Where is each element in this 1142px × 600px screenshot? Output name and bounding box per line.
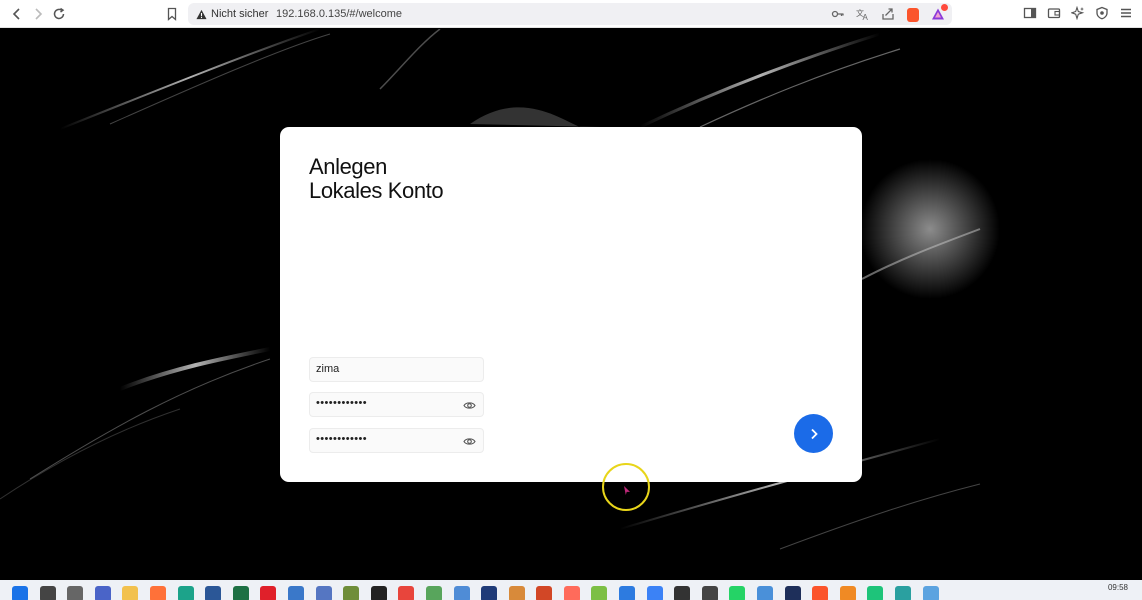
show-password-eye-icon[interactable] — [463, 399, 476, 412]
share-button[interactable] — [880, 6, 896, 22]
brave-lion-icon — [907, 7, 919, 22]
active-app-icon[interactable] — [315, 586, 332, 600]
task-view-icon[interactable] — [67, 586, 84, 600]
search-icon[interactable] — [39, 586, 56, 600]
wallet-icon — [1047, 8, 1061, 19]
notification-badge — [941, 4, 948, 11]
app-icon-3[interactable] — [591, 586, 608, 600]
reload-button[interactable] — [50, 5, 68, 23]
chrome-icon[interactable] — [398, 586, 415, 600]
chatgpt-icon[interactable] — [674, 586, 691, 600]
back-arrow-icon — [12, 8, 20, 20]
opera-icon[interactable] — [260, 586, 277, 600]
translate-button[interactable]: 文A — [855, 6, 871, 22]
photos-icon[interactable] — [508, 586, 525, 600]
cursor-highlight-ring — [602, 463, 650, 511]
shield-icon — [1096, 6, 1108, 20]
app-icon-10[interactable] — [867, 586, 884, 600]
whatsapp-icon[interactable] — [729, 586, 746, 600]
leo-ai-button[interactable] — [1070, 5, 1086, 21]
page-viewport: Anlegen Lokales Konto zima •••••••••••• … — [0, 29, 1142, 580]
back-button[interactable] — [8, 5, 26, 23]
app-icon-12[interactable] — [922, 586, 939, 600]
vpn-button[interactable] — [1094, 5, 1110, 21]
browser-toolbar: Nicht sicher 192.168.0.135/#/welcome 文A — [0, 0, 1142, 28]
taskbar-icons — [12, 586, 939, 600]
username-value: zima — [316, 363, 340, 375]
app-icon-4[interactable] — [619, 586, 636, 600]
teams-icon[interactable] — [94, 586, 111, 600]
app-icon-8[interactable] — [784, 586, 801, 600]
brave-shields-button[interactable] — [905, 6, 921, 22]
address-bar[interactable]: Nicht sicher 192.168.0.135/#/welcome 文A — [188, 3, 952, 25]
title-line-1: Anlegen — [309, 154, 387, 179]
clock-time: 09:58 — [1107, 583, 1128, 592]
excel-icon[interactable] — [232, 586, 249, 600]
brave-icon[interactable] — [812, 586, 829, 600]
setup-card: Anlegen Lokales Konto zima •••••••••••• … — [280, 127, 862, 482]
word-icon[interactable] — [205, 586, 222, 600]
system-clock[interactable]: 09:58 — [1108, 583, 1128, 592]
app-icon-1[interactable] — [287, 586, 304, 600]
chevron-right-icon — [810, 428, 818, 439]
share-icon — [882, 8, 894, 20]
bookmark-button[interactable] — [163, 5, 181, 23]
sidebar-icon — [1023, 7, 1037, 19]
mail-icon[interactable] — [453, 586, 470, 600]
sidebar-toggle-button[interactable] — [1022, 5, 1038, 21]
reload-icon — [53, 7, 65, 20]
url-text[interactable]: 192.168.0.135/#/welcome — [276, 8, 402, 20]
forward-button[interactable] — [29, 5, 47, 23]
forward-arrow-icon — [35, 8, 43, 20]
windows-taskbar: 09:58 — [0, 580, 1142, 600]
notion-icon[interactable] — [370, 586, 387, 600]
app-icon-7[interactable] — [757, 586, 774, 600]
password-field[interactable]: •••••••••••• — [309, 392, 484, 417]
app-icon-5[interactable] — [646, 586, 663, 600]
password-key-button[interactable] — [830, 6, 846, 22]
app-icon-2[interactable] — [481, 586, 498, 600]
password-value: •••••••••••• — [316, 397, 368, 409]
wallet-button[interactable] — [1046, 5, 1062, 21]
menu-button[interactable] — [1118, 5, 1134, 21]
app-icon-9[interactable] — [839, 586, 856, 600]
windows-start-icon[interactable] — [12, 586, 28, 600]
svg-text:A: A — [863, 13, 869, 21]
hamburger-menu-icon — [1121, 8, 1131, 18]
sparkle-icon — [1071, 6, 1085, 20]
minecraft-icon[interactable] — [343, 586, 360, 600]
username-field[interactable]: zima — [309, 357, 484, 382]
security-indicator[interactable]: Nicht sicher — [196, 8, 268, 20]
notepad-icon[interactable] — [425, 586, 442, 600]
edge-icon[interactable] — [177, 586, 194, 600]
brave-rewards-button[interactable] — [930, 4, 948, 22]
bookmark-icon — [167, 7, 177, 21]
app-icon-11[interactable] — [895, 586, 911, 600]
confirm-password-value: •••••••••••• — [316, 433, 368, 445]
title-line-2: Lokales Konto — [309, 178, 444, 203]
confirm-password-field[interactable]: •••••••••••• — [309, 428, 484, 453]
snipping-icon[interactable] — [563, 586, 580, 600]
next-button[interactable] — [794, 414, 833, 453]
page-title: Anlegen Lokales Konto — [309, 154, 444, 203]
security-label: Nicht sicher — [211, 8, 269, 20]
firefox-icon[interactable] — [149, 586, 166, 600]
show-confirm-password-eye-icon[interactable] — [463, 435, 476, 448]
app-icon-6[interactable] — [701, 586, 718, 600]
translate-icon: 文A — [856, 8, 869, 21]
powerpoint-icon[interactable] — [536, 586, 553, 600]
warning-icon — [196, 9, 207, 19]
file-explorer-icon[interactable] — [122, 586, 139, 600]
key-icon — [831, 10, 844, 18]
